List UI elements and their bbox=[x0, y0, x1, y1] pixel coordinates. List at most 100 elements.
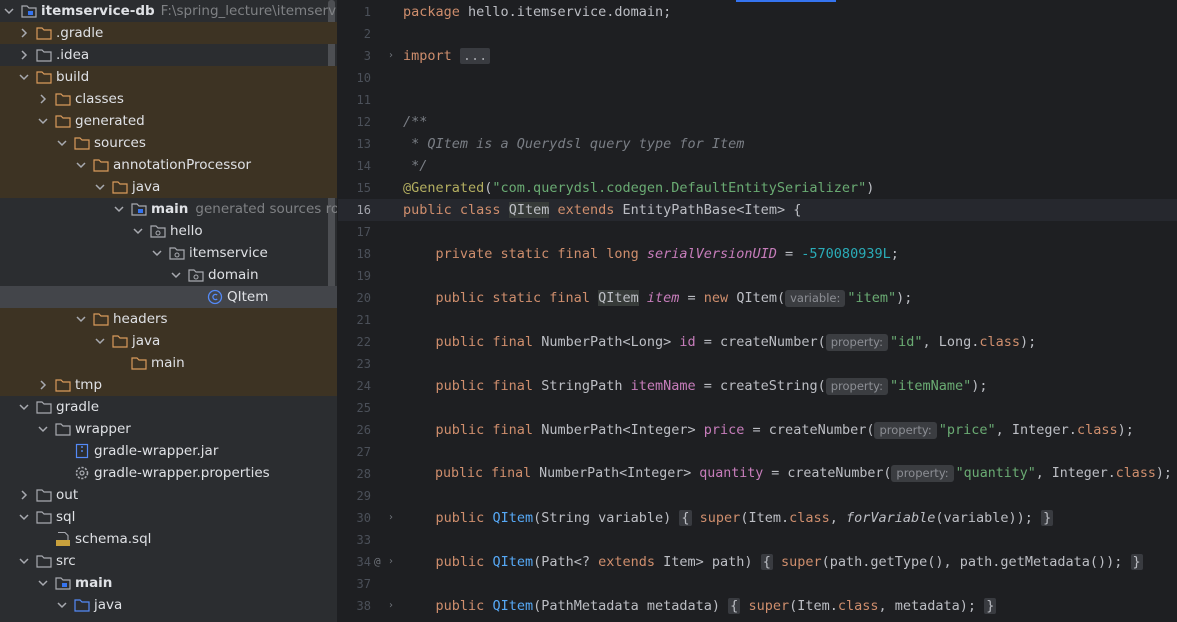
code-line[interactable]: 19 bbox=[338, 265, 1177, 287]
chevron-right-icon[interactable] bbox=[36, 92, 50, 106]
chevron-right-icon[interactable] bbox=[36, 378, 50, 392]
tree-item-label: annotationProcessor bbox=[113, 157, 252, 173]
chevron-down-icon[interactable] bbox=[2, 4, 16, 18]
code-line[interactable]: 11 bbox=[338, 89, 1177, 111]
tree-item-headers-java[interactable]: java bbox=[0, 330, 337, 352]
tree-item-out[interactable]: out bbox=[0, 484, 337, 506]
code-line[interactable]: 23 bbox=[338, 353, 1177, 375]
line-number: 26 bbox=[356, 423, 371, 437]
code-line[interactable]: 10 bbox=[338, 67, 1177, 89]
tree-item-java[interactable]: java bbox=[0, 176, 337, 198]
code-line[interactable]: 22 public final NumberPath<Long> id = cr… bbox=[338, 331, 1177, 353]
code-line[interactable]: 17 bbox=[338, 221, 1177, 243]
tree-item-tmp[interactable]: tmp bbox=[0, 374, 337, 396]
chevron-down-icon[interactable] bbox=[17, 70, 31, 84]
jar-archive-icon bbox=[74, 443, 90, 459]
line-number: 22 bbox=[356, 335, 371, 349]
code-line[interactable]: 12 /** bbox=[338, 111, 1177, 133]
tree-item-generated[interactable]: generated bbox=[0, 110, 337, 132]
chevron-right-icon[interactable] bbox=[17, 26, 31, 40]
chevron-down-icon[interactable] bbox=[36, 422, 50, 436]
fold-expand-icon[interactable]: › bbox=[389, 507, 393, 529]
tree-item-headers[interactable]: headers bbox=[0, 308, 337, 330]
chevron-down-icon[interactable] bbox=[93, 180, 107, 194]
code-line[interactable]: 21 bbox=[338, 309, 1177, 331]
code-line[interactable]: 14 */ bbox=[338, 155, 1177, 177]
folder-icon bbox=[36, 553, 52, 569]
code-line[interactable]: 1 package hello.itemservice.domain; bbox=[338, 1, 1177, 23]
tree-item-src-main[interactable]: main bbox=[0, 572, 337, 594]
tree-item-main-generated[interactable]: main generated sources root bbox=[0, 198, 337, 220]
code-line[interactable]: 28 public final NumberPath<Integer> quan… bbox=[338, 463, 1177, 485]
tree-item-gradle-wrapper-jar[interactable]: gradle-wrapper.jar bbox=[0, 440, 337, 462]
chevron-down-icon[interactable] bbox=[112, 202, 126, 216]
chevron-down-icon[interactable] bbox=[74, 312, 88, 326]
code-line[interactable]: 33 bbox=[338, 529, 1177, 551]
tree-item-headers-main[interactable]: main bbox=[0, 352, 337, 374]
code-line[interactable]: 38 › public QItem(PathMetadata metadata)… bbox=[338, 595, 1177, 617]
tree-item-label: wrapper bbox=[75, 421, 131, 437]
code-editor[interactable]: 1 package hello.itemservice.domain; 2 3 … bbox=[338, 0, 1177, 622]
code-line[interactable]: 37 bbox=[338, 573, 1177, 595]
tree-item-sql[interactable]: sql bbox=[0, 506, 337, 528]
tree-item-idea[interactable]: .idea bbox=[0, 44, 337, 66]
code-line[interactable]: 18 private static final long serialVersi… bbox=[338, 243, 1177, 265]
line-number: 15 bbox=[356, 181, 371, 195]
tree-item-label: main bbox=[151, 355, 185, 371]
code-line[interactable]: 27 bbox=[338, 441, 1177, 463]
override-marker-icon[interactable]: @ bbox=[374, 551, 381, 573]
chevron-down-icon[interactable] bbox=[169, 268, 183, 282]
code-line[interactable]: 26 public final NumberPath<Integer> pric… bbox=[338, 419, 1177, 441]
tree-item-build[interactable]: build bbox=[0, 66, 337, 88]
chevron-down-icon[interactable] bbox=[36, 576, 50, 590]
folder-icon bbox=[36, 47, 52, 63]
tree-item-qitem[interactable]: QItem bbox=[0, 286, 337, 308]
code-line[interactable]: 13 * QItem is a Querydsl query type for … bbox=[338, 133, 1177, 155]
tree-item-itemservice-db[interactable]: itemservice-db F:\spring_lecture\itemser… bbox=[0, 0, 337, 22]
line-number: 13 bbox=[356, 137, 371, 151]
chevron-down-icon[interactable] bbox=[55, 136, 69, 150]
chevron-right-icon[interactable] bbox=[17, 48, 31, 62]
code-line[interactable]: 3 › import ... bbox=[338, 45, 1177, 67]
source-root-icon bbox=[55, 575, 71, 591]
tree-item-wrapper[interactable]: wrapper bbox=[0, 418, 337, 440]
tree-item-label: .gradle bbox=[56, 25, 104, 41]
chevron-down-icon[interactable] bbox=[36, 114, 50, 128]
code-line[interactable]: 2 bbox=[338, 23, 1177, 45]
tree-item-itemservice[interactable]: itemservice bbox=[0, 242, 337, 264]
chevron-down-icon[interactable] bbox=[93, 334, 107, 348]
code-line[interactable]: 15 @Generated("com.querydsl.codegen.Defa… bbox=[338, 177, 1177, 199]
tree-item-domain[interactable]: domain bbox=[0, 264, 337, 286]
chevron-down-icon[interactable] bbox=[74, 158, 88, 172]
code-line[interactable]: 24 public final StringPath itemName = cr… bbox=[338, 375, 1177, 397]
chevron-down-icon[interactable] bbox=[17, 510, 31, 524]
tree-item-annotationprocessor[interactable]: annotationProcessor bbox=[0, 154, 337, 176]
tree-item-sources[interactable]: sources bbox=[0, 132, 337, 154]
tree-item-gradle-wrapper-properties[interactable]: gradle-wrapper.properties bbox=[0, 462, 337, 484]
code-line[interactable]: 29 bbox=[338, 485, 1177, 507]
tree-item-gradle-hidden[interactable]: .gradle bbox=[0, 22, 337, 44]
chevron-down-icon[interactable] bbox=[150, 246, 164, 260]
chevron-down-icon[interactable] bbox=[55, 598, 69, 612]
fold-expand-icon[interactable]: › bbox=[389, 45, 393, 67]
tree-item-gradle[interactable]: gradle bbox=[0, 396, 337, 418]
tree-item-src-java[interactable]: java bbox=[0, 594, 337, 616]
code-line[interactable]: 30 › public QItem(String variable) { sup… bbox=[338, 507, 1177, 529]
chevron-down-icon[interactable] bbox=[17, 554, 31, 568]
chevron-down-icon[interactable] bbox=[17, 400, 31, 414]
tree-item-schema-sql[interactable]: schema.sql bbox=[0, 528, 337, 550]
tree-item-hello[interactable]: hello bbox=[0, 220, 337, 242]
chevron-down-icon[interactable] bbox=[131, 224, 145, 238]
code-line[interactable]: 34 @ › public QItem(Path<? extends Item>… bbox=[338, 551, 1177, 573]
code-line[interactable]: 20 public static final QItem item = new … bbox=[338, 287, 1177, 309]
line-number: 38 bbox=[356, 599, 371, 613]
code-text: */ bbox=[403, 158, 428, 174]
fold-expand-icon[interactable]: › bbox=[389, 595, 393, 617]
chevron-right-icon[interactable] bbox=[17, 488, 31, 502]
code-line[interactable]: 25 bbox=[338, 397, 1177, 419]
tree-item-classes[interactable]: classes bbox=[0, 88, 337, 110]
tree-item-src[interactable]: src bbox=[0, 550, 337, 572]
code-text: /** bbox=[403, 114, 428, 130]
fold-expand-icon[interactable]: › bbox=[389, 551, 393, 573]
code-line-current[interactable]: 16 public class QItem extends EntityPath… bbox=[338, 199, 1177, 221]
